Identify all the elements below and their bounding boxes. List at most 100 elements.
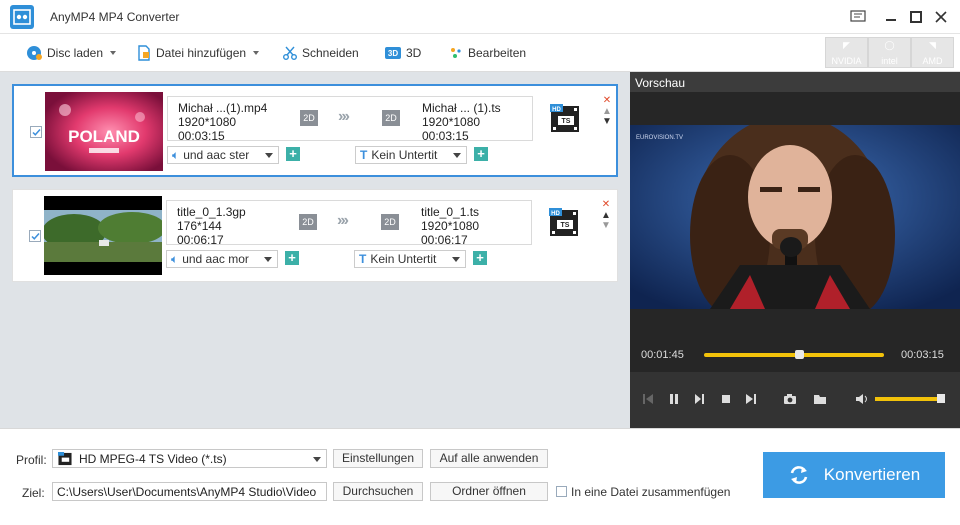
add-audio-button[interactable]: + — [286, 147, 300, 161]
chevron-down-icon — [453, 153, 461, 158]
chevron-down-icon — [452, 257, 460, 262]
input-2d-badge: 2D — [299, 214, 317, 230]
close-icon[interactable] — [932, 8, 950, 26]
intel-label: intel — [881, 56, 898, 66]
source-resolution: 1920*1080 — [178, 115, 237, 129]
fast-forward-icon[interactable] — [693, 392, 707, 406]
audio-track-value: und aac ster — [183, 148, 250, 162]
snapshot-camera-icon[interactable] — [783, 392, 797, 406]
playback-controls — [630, 372, 960, 428]
merge-checkbox[interactable] — [556, 486, 567, 497]
output-duration: 00:06:17 — [421, 233, 468, 247]
video-thumbnail[interactable] — [44, 196, 162, 275]
feedback-icon[interactable] — [849, 8, 867, 26]
file-info-box: title_0_1.3gp 176*144 00:06:17 2D ››› 2D… — [166, 200, 532, 247]
subtitle-dropdown[interactable]: T Kein Untertit — [355, 146, 467, 164]
volume-slider[interactable] — [875, 394, 945, 403]
cut-button[interactable]: Schneiden — [283, 44, 359, 62]
audio-track-dropdown[interactable]: 🔈︎ und aac ster — [167, 146, 279, 164]
source-duration: 00:06:17 — [177, 233, 224, 247]
source-info: title_0_1.3gp 176*144 00:06:17 — [177, 205, 246, 247]
refresh-icon — [790, 466, 808, 484]
profile-value: HD MPEG-4 TS Video (*.ts) — [79, 452, 227, 466]
intel-icon: ◯ — [884, 40, 895, 50]
audio-track-value: und aac mor — [182, 252, 249, 266]
apply-to-all-button[interactable]: Auf alle anwenden — [430, 449, 548, 468]
output-info: title_0_1.ts 1920*1080 00:06:17 — [421, 205, 479, 247]
move-down-icon[interactable]: ▼ — [602, 117, 612, 127]
input-2d-badge: 2D — [300, 110, 318, 126]
open-folder-icon[interactable] — [813, 392, 827, 406]
nvidia-label: NVIDIA — [831, 56, 862, 66]
remove-file-icon[interactable]: ✕ — [602, 96, 612, 106]
subtitle-dropdown[interactable]: T Kein Untertit — [354, 250, 466, 268]
output-settings-panel: Profil: HD MPEG-4 TS Video (*.ts) Einste… — [0, 428, 960, 525]
amd-acceleration-badge[interactable]: ◥ AMD — [911, 37, 954, 68]
preview-title: Vorschau — [630, 72, 960, 92]
file-list: POLAND Michał ...(1).mp4 1920*1080 00:03… — [0, 72, 630, 428]
chevron-down-icon — [110, 51, 117, 55]
minimize-icon[interactable] — [882, 8, 900, 26]
app-title: AnyMP4 MP4 Converter — [50, 10, 180, 24]
skip-forward-icon[interactable] — [744, 392, 758, 406]
volume-handle[interactable] — [937, 394, 945, 403]
app-logo-icon — [10, 5, 34, 29]
file-checkbox[interactable] — [30, 126, 42, 138]
intel-acceleration-badge[interactable]: ◯ intel — [868, 37, 911, 68]
add-subtitle-button[interactable]: + — [473, 251, 487, 265]
file-checkbox[interactable] — [29, 230, 41, 242]
source-resolution: 176*144 — [177, 219, 222, 233]
remove-file-icon[interactable]: ✕ — [601, 200, 611, 210]
svg-text:TS: TS — [562, 118, 571, 125]
pause-icon[interactable] — [667, 392, 681, 406]
subtitle-value: Kein Untertit — [370, 252, 437, 266]
threed-button[interactable]: 3D 3D — [385, 44, 421, 62]
text-icon: T — [360, 148, 368, 162]
browse-button[interactable]: Durchsuchen — [333, 482, 423, 501]
seek-bar[interactable] — [704, 350, 884, 359]
convert-arrows-icon: ››› — [338, 108, 350, 125]
audio-track-dropdown[interactable]: 🔈︎ und aac mor — [166, 250, 278, 268]
settings-button[interactable]: Einstellungen — [333, 449, 423, 468]
add-audio-button[interactable]: + — [285, 251, 299, 265]
add-file-button[interactable]: Datei hinzufügen — [137, 44, 260, 62]
video-preview[interactable]: EUROVISION.TV — [630, 125, 960, 309]
volume-icon[interactable] — [855, 392, 869, 406]
maximize-icon[interactable] — [907, 8, 925, 26]
skip-back-icon[interactable] — [641, 392, 655, 406]
amd-label: AMD — [922, 56, 943, 66]
chevron-down-icon — [265, 153, 273, 158]
add-subtitle-button[interactable]: + — [474, 147, 488, 161]
stop-icon[interactable] — [719, 392, 733, 406]
ts-format-icon[interactable]: HD TS — [549, 208, 579, 238]
convert-button[interactable]: Konvertieren — [763, 452, 945, 498]
edit-button[interactable]: Bearbeiten — [449, 44, 526, 62]
move-down-icon[interactable]: ▼ — [601, 221, 611, 231]
ts-format-icon[interactable]: HD TS — [550, 104, 580, 134]
file-item[interactable]: POLAND Michał ...(1).mp4 1920*1080 00:03… — [12, 84, 618, 177]
video-thumbnail[interactable]: POLAND — [45, 92, 163, 171]
source-filename: Michał ...(1).mp4 — [178, 101, 268, 115]
chevron-down-icon — [264, 257, 272, 262]
merge-label: In eine Datei zusammenfügen — [571, 485, 731, 499]
profile-select[interactable]: HD MPEG-4 TS Video (*.ts) — [52, 449, 327, 468]
disc-load-button[interactable]: Disc laden — [26, 44, 117, 62]
edit-label: Bearbeiten — [468, 46, 527, 60]
source-filename: title_0_1.3gp — [177, 205, 246, 219]
output-2d-badge[interactable]: 2D — [381, 214, 399, 230]
amd-icon: ◥ — [929, 40, 936, 50]
output-2d-badge[interactable]: 2D — [382, 110, 400, 126]
file-item[interactable]: title_0_1.3gp 176*144 00:06:17 2D ››› 2D… — [12, 189, 618, 282]
add-file-icon — [138, 45, 150, 61]
ts-format-icon — [58, 452, 72, 466]
destination-field[interactable]: C:\Users\User\Documents\AnyMP4 Studio\Vi… — [52, 482, 327, 501]
current-time: 00:01:45 — [641, 349, 684, 361]
seek-handle[interactable] — [795, 350, 805, 359]
nvidia-icon: ◤ — [843, 40, 850, 50]
convert-arrows-icon: ››› — [337, 212, 349, 229]
svg-text:HD: HD — [552, 107, 561, 113]
open-folder-button[interactable]: Ordner öffnen — [430, 482, 548, 501]
text-icon: T — [359, 252, 367, 266]
svg-text:TS: TS — [561, 222, 570, 229]
nvidia-acceleration-badge[interactable]: ◤ NVIDIA — [825, 37, 868, 68]
